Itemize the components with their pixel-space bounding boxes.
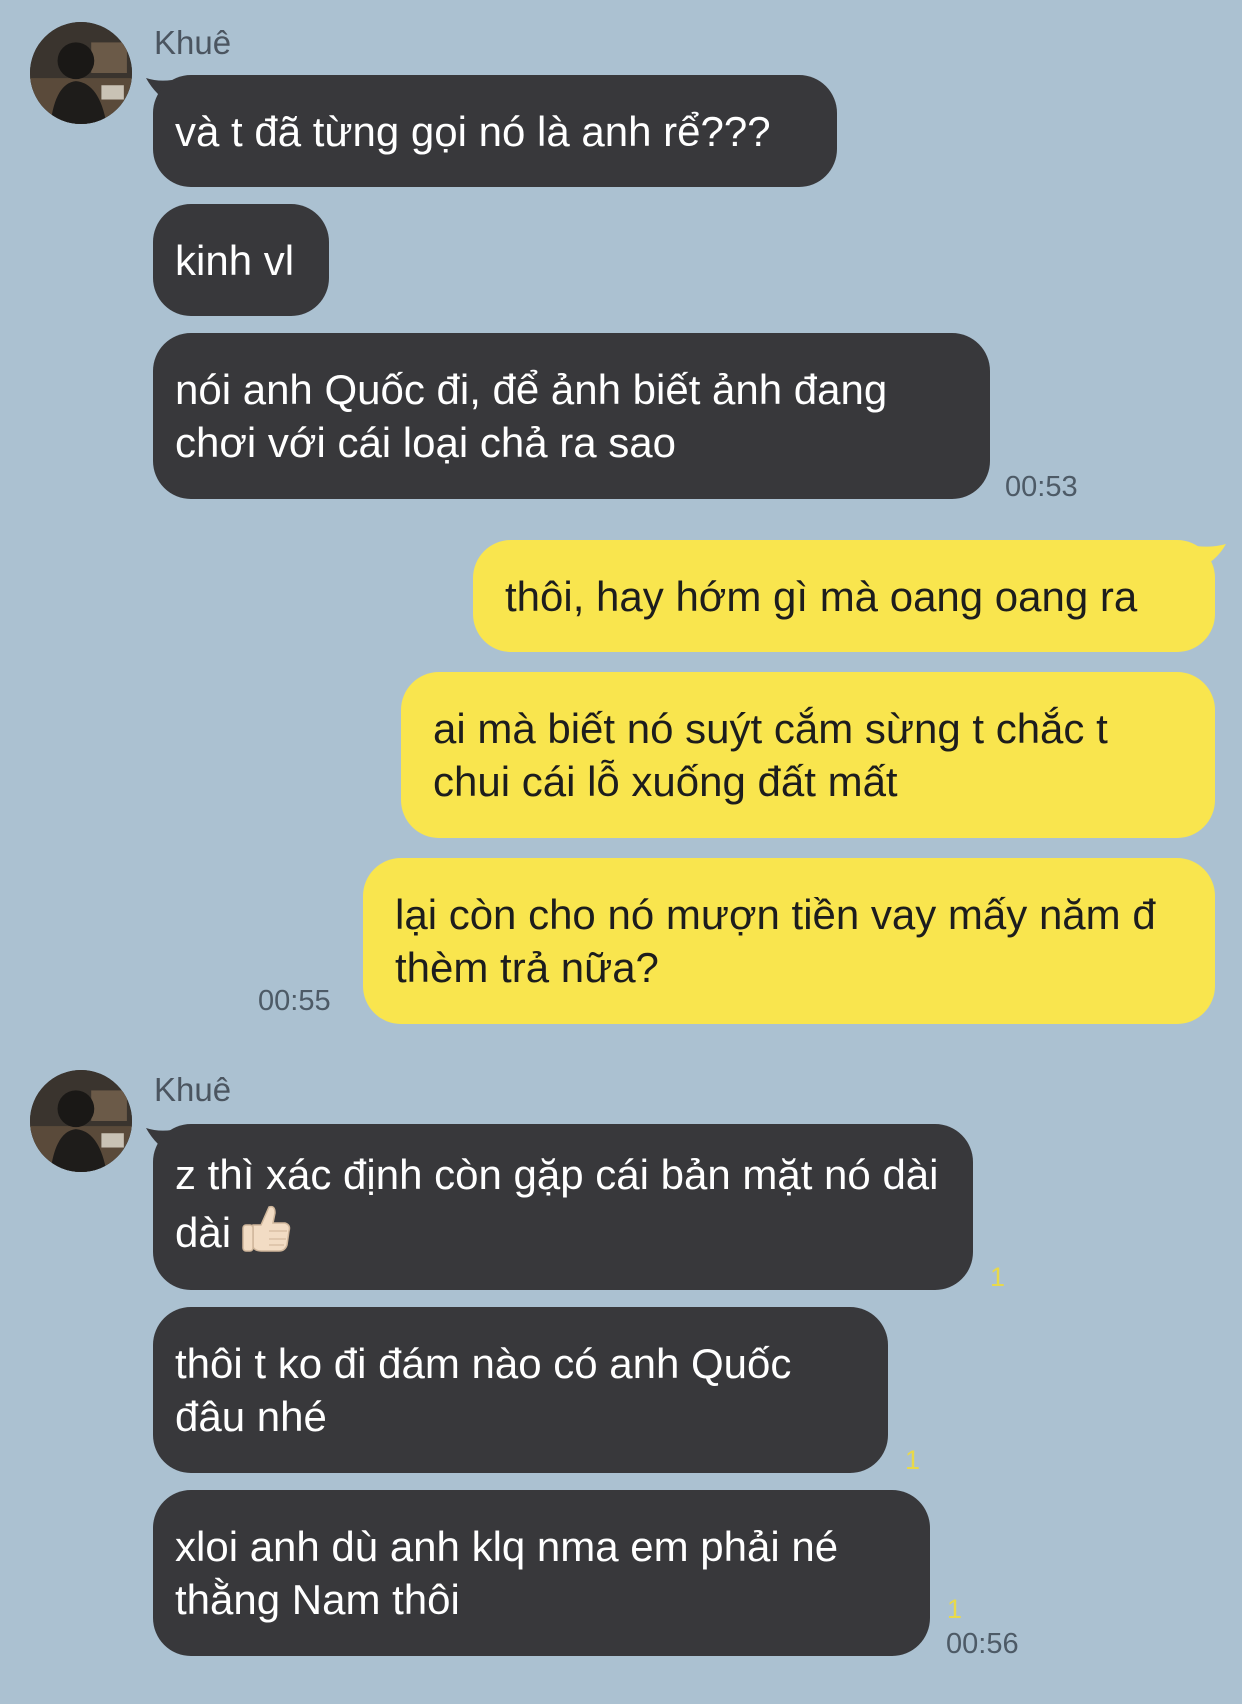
- avatar[interactable]: [30, 1070, 132, 1172]
- read-count: 1: [905, 1445, 921, 1475]
- message-bubble[interactable]: thôi t ko đi đám nào có anh Quốc đâu nhé: [153, 1307, 888, 1473]
- message-bubble[interactable]: lại còn cho nó mượn tiền vay mấy năm đ t…: [363, 858, 1215, 1024]
- message-timestamp: 00:53: [1005, 471, 1078, 503]
- message-text: z thì xác định còn gặp cái bản mặt nó dà…: [175, 1148, 947, 1267]
- message-bubble[interactable]: xloi anh dù anh klq nma em phải né thằng…: [153, 1490, 930, 1656]
- read-count: 1: [947, 1594, 963, 1624]
- message-text: và t đã từng gọi nó là anh rể???: [175, 107, 771, 155]
- message-bubble[interactable]: nói anh Quốc đi, để ảnh biết ảnh đang ch…: [153, 333, 990, 499]
- message-text: nói anh Quốc đi, để ảnh biết ảnh đang ch…: [175, 366, 888, 466]
- message-bubble[interactable]: kinh vl: [153, 204, 329, 316]
- message-text: thôi t ko đi đám nào có anh Quốc đâu nhé: [175, 1340, 792, 1440]
- avatar[interactable]: [30, 22, 132, 124]
- message-bubble[interactable]: z thì xác định còn gặp cái bản mặt nó dà…: [153, 1124, 973, 1290]
- contact-name: Khuê: [154, 24, 232, 61]
- message-text: lại còn cho nó mượn tiền vay mấy năm đ t…: [395, 891, 1156, 991]
- message-text: thôi, hay hớm gì mà oang oang ra: [505, 572, 1138, 620]
- message-timestamp: 00:55: [258, 985, 331, 1017]
- message-text: kinh vl: [175, 236, 295, 284]
- read-count: 1: [990, 1262, 1006, 1292]
- message-bubble[interactable]: và t đã từng gọi nó là anh rể???: [153, 75, 837, 187]
- message-bubble[interactable]: thôi, hay hớm gì mà oang oang ra: [473, 540, 1215, 652]
- message-text: ai mà biết nó suýt cắm sừng t chắc t chu…: [433, 705, 1108, 805]
- message-timestamp: 00:56: [946, 1628, 1019, 1660]
- message-text: xloi anh dù anh klq nma em phải né thằng…: [175, 1523, 839, 1623]
- thumbs-up-icon: [239, 1201, 293, 1267]
- message-bubble[interactable]: ai mà biết nó suýt cắm sừng t chắc t chu…: [401, 672, 1215, 838]
- contact-name: Khuê: [154, 1071, 232, 1108]
